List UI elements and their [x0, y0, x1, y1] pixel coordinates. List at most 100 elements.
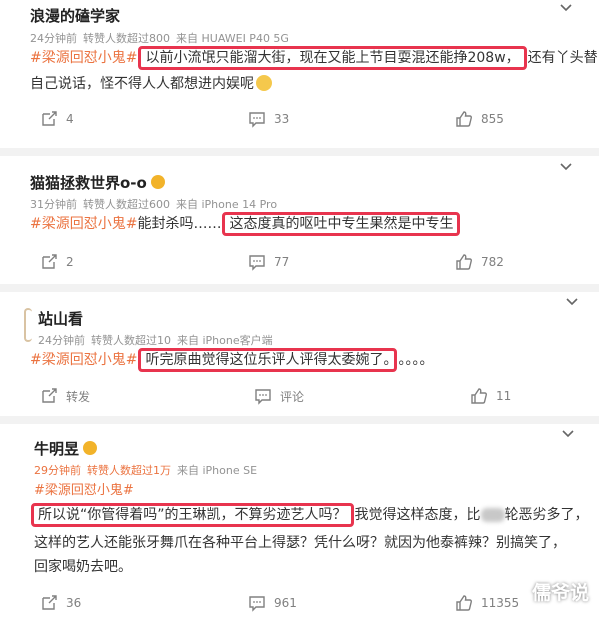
action-bar: 36 961 11355 — [0, 592, 599, 616]
repost-label: 转发 — [66, 389, 91, 404]
badge-icon — [150, 174, 165, 189]
post-time: 31分钟前 — [30, 198, 77, 211]
hashtag-link[interactable]: #梁源回怼小鬼# — [30, 50, 137, 66]
post-source: 来自 iPhone SE — [177, 464, 258, 477]
post-meta: 31分钟前 转赞人数超过600 来自 iPhone 14 Pro — [30, 196, 283, 212]
comment-text-line2: 自己说话，怪不得人人都想进内娱呢 — [30, 76, 254, 92]
comment-button[interactable]: 961 — [248, 594, 297, 612]
comment-text-pre: 能封杀吗…… — [137, 216, 222, 232]
comment-text-rest: 我觉得这样态度，比 — [354, 507, 481, 523]
repost-icon — [42, 595, 57, 610]
repost-count: 2 — [66, 255, 74, 269]
comment-text-line: 回家喝奶去吧。 — [34, 556, 132, 578]
post-time: 24分钟前 — [30, 32, 77, 45]
hashtag-link[interactable]: #梁源回怼小鬼# — [30, 352, 137, 368]
avatar[interactable] — [24, 308, 32, 342]
repost-like-count-badge: 转赞人数超过600 — [83, 198, 170, 211]
repost-button[interactable]: 4 — [40, 110, 74, 128]
highlighted-text: 听完原曲觉得这位乐评人评得太委婉了。 — [138, 348, 398, 372]
repost-icon — [42, 111, 57, 126]
like-count: 855 — [481, 112, 504, 126]
chevron-down-icon[interactable] — [560, 4, 572, 12]
comment-text: 所以说“你管得着吗”的王琳凯，不算劣迹艺人吗？ 我觉得这样态度，比 轮恶劣多了， — [30, 503, 589, 527]
like-icon — [456, 111, 472, 127]
highlighted-text: 以前小流氓只能溜大街，现在又能上节目耍混还能挣208w， — [138, 46, 527, 70]
post-meta: 24分钟前 转赞人数超过10 来自 iPhone客户端 — [38, 332, 279, 348]
repost-button[interactable]: 2 — [40, 253, 74, 271]
post-time: 24分钟前 — [38, 334, 85, 347]
action-bar: 2 77 782 — [0, 251, 599, 275]
comment-icon — [249, 112, 265, 128]
comment-count: 33 — [274, 112, 290, 126]
like-icon — [471, 388, 487, 404]
hashtag-link[interactable]: #梁源回怼小鬼# — [30, 216, 137, 232]
comment-icon — [249, 596, 265, 612]
username[interactable]: 站山看 — [38, 308, 83, 329]
comment-icon — [249, 255, 265, 271]
comment-text: #梁源回怼小鬼# 以前小流氓只能溜大街，现在又能上节目耍混还能挣208w， 还有丫头… — [30, 46, 598, 70]
username-text: 牛明昱 — [34, 440, 80, 458]
like-icon — [456, 254, 472, 270]
comment-text: #梁源回怼小鬼#能封杀吗…… 这态度真的呕吐中专生果然是中专生 — [30, 212, 461, 236]
repost-count: 4 — [66, 112, 74, 126]
repost-button[interactable]: 转发 — [40, 387, 90, 405]
divider — [0, 284, 599, 292]
chevron-down-icon[interactable] — [562, 430, 574, 438]
comment-card: 猫猫拯救世界o-o 31分钟前 转赞人数超过600 来自 iPhone 14 Pro… — [0, 156, 599, 284]
watermark: 儒爷说 — [531, 582, 589, 604]
repost-like-count-badge: 转赞人数超过10 — [91, 334, 171, 347]
comment-text-line: 自己说话，怪不得人人都想进内娱呢 — [30, 73, 272, 95]
blurred-name — [480, 508, 505, 522]
highlighted-text: 这态度真的呕吐中专生果然是中专生 — [222, 212, 461, 236]
comment-card: 站山看 24分钟前 转赞人数超过10 来自 iPhone客户端 #梁源回怼小鬼# 听完… — [0, 292, 599, 416]
divider — [0, 148, 599, 156]
comment-text: #梁源回怼小鬼# 听完原曲觉得这位乐评人评得太委婉了。。。。。 — [30, 348, 434, 372]
post-meta: 24分钟前 转赞人数超过800 来自 HUAWEI P40 5G — [30, 30, 295, 46]
comment-text-line2: 这样的艺人还能张牙舞爪在各种平台上得瑟？凭什么呀？就因为他泰裤辣？别搞笑了， — [34, 535, 566, 551]
post-time: 29分钟前 — [34, 464, 81, 477]
username[interactable]: 牛明昱 — [34, 438, 98, 459]
post-meta: 29分钟前 转赞人数超过1万 来自 iPhone SE — [34, 462, 263, 478]
highlighted-text: 所以说“你管得着吗”的王琳凯，不算劣迹艺人吗？ — [31, 503, 354, 527]
post-source: 来自 HUAWEI P40 5G — [176, 32, 289, 45]
repost-like-count-badge: 转赞人数超过800 — [83, 32, 170, 45]
hashtag-link[interactable]: #梁源回怼小鬼# — [34, 483, 134, 498]
comment-text-rest: 。。。。 — [398, 352, 434, 368]
repost-button[interactable]: 36 — [40, 594, 81, 612]
action-bar: 转发 评论 11 — [0, 385, 599, 409]
comment-button[interactable]: 33 — [248, 110, 289, 128]
like-icon — [456, 595, 472, 611]
username[interactable]: 猫猫拯救世界o-o — [30, 172, 165, 193]
like-button[interactable]: 855 — [455, 110, 504, 128]
username[interactable]: 浪漫的磕学家 — [30, 5, 120, 26]
username-text: 猫猫拯救世界o-o — [30, 174, 147, 192]
like-button[interactable]: 11355 — [455, 594, 519, 612]
post-source: 来自 iPhone 14 Pro — [176, 198, 278, 211]
comment-text-line: 这样的艺人还能张牙舞爪在各种平台上得瑟？凭什么呀？就因为他泰裤辣？别搞笑了， — [34, 532, 566, 554]
like-count: 11 — [496, 389, 512, 403]
repost-count: 36 — [66, 596, 82, 610]
like-count: 782 — [481, 255, 504, 269]
emoji-icon — [256, 75, 272, 91]
like-button[interactable]: 782 — [455, 253, 504, 271]
chevron-down-icon[interactable] — [566, 298, 578, 306]
hashtag-line: #梁源回怼小鬼# — [34, 480, 134, 502]
comment-icon — [255, 389, 271, 405]
comment-card: 浪漫的磕学家 24分钟前 转赞人数超过800 来自 HUAWEI P40 5G #梁… — [0, 0, 599, 148]
like-count: 11355 — [481, 596, 520, 610]
like-button[interactable]: 11 — [470, 387, 511, 405]
comment-button[interactable]: 77 — [248, 253, 289, 271]
divider — [0, 416, 599, 424]
repost-like-count-badge: 转赞人数超过1万 — [87, 464, 171, 477]
comment-text-line3: 回家喝奶去吧。 — [34, 559, 132, 575]
chevron-down-icon[interactable] — [560, 163, 572, 171]
comment-label: 评论 — [280, 389, 305, 404]
comment-text-rest: 还有丫头替 — [527, 50, 598, 66]
repost-icon — [42, 254, 57, 269]
comment-text-rest-b: 轮恶劣多了， — [504, 507, 589, 523]
repost-icon — [42, 388, 57, 403]
comment-button[interactable]: 评论 — [254, 387, 304, 405]
comment-count: 961 — [274, 596, 297, 610]
comment-card: 牛明昱 29分钟前 转赞人数超过1万 来自 iPhone SE #梁源回怼小鬼# 所… — [0, 424, 599, 619]
action-bar: 4 33 855 — [0, 108, 599, 132]
